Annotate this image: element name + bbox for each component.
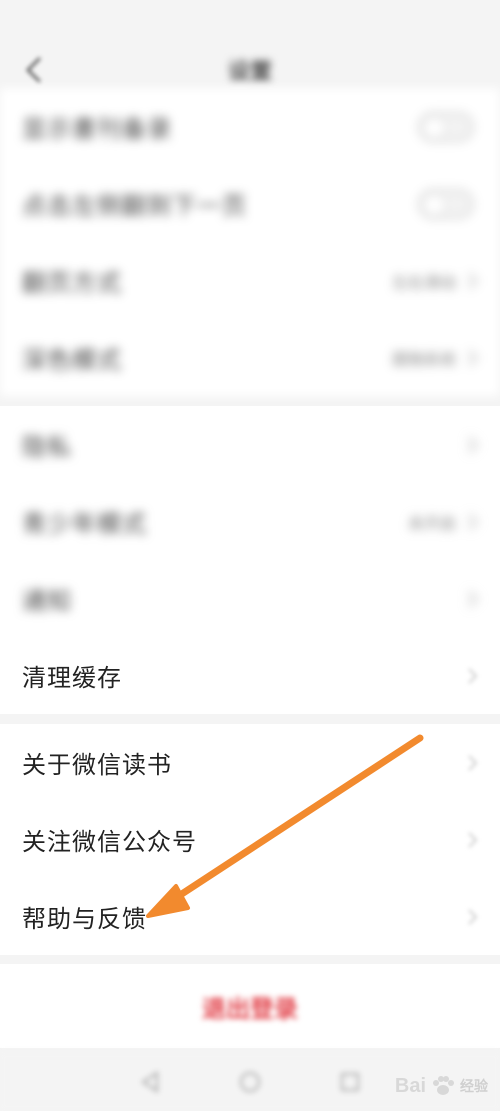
setting-value: 左右滑动 xyxy=(391,272,456,292)
logout-button[interactable]: 退出登录 xyxy=(202,989,298,1024)
settings-group-about: 关于微信读书 关注微信公众号 帮助与反馈 xyxy=(0,724,500,955)
toggle-switch[interactable] xyxy=(418,188,474,219)
chevron-right-icon xyxy=(468,667,478,684)
setting-label: 关注微信公众号 xyxy=(22,828,197,856)
status-bar xyxy=(0,0,500,36)
setting-row-privacy[interactable]: 隐私 xyxy=(0,406,500,483)
setting-row-page-turn[interactable]: 翻页方式 左右滑动 xyxy=(0,242,500,319)
recents-square-icon[interactable] xyxy=(337,1069,363,1095)
chevron-right-icon xyxy=(468,590,478,607)
setting-row-notifications[interactable]: 通知 xyxy=(0,560,500,637)
chevron-right-icon xyxy=(468,513,478,530)
chevron-right-icon xyxy=(468,436,478,453)
setting-label: 清理缓存 xyxy=(22,664,122,692)
setting-value: 跟随系统 xyxy=(391,349,456,369)
setting-value: 未开启 xyxy=(407,513,456,533)
setting-label: 青少年模式 xyxy=(22,510,147,538)
chevron-right-icon xyxy=(468,831,478,848)
chevron-right-icon xyxy=(468,272,478,289)
setting-label: 翻页方式 xyxy=(22,269,122,297)
paw-icon xyxy=(433,1076,454,1095)
chevron-right-icon xyxy=(468,349,478,366)
setting-label: 通知 xyxy=(22,587,72,615)
setting-row-dark-mode[interactable]: 深色模式 跟随系统 xyxy=(0,319,500,396)
setting-row-follow-account[interactable]: 关注微信公众号 xyxy=(0,801,500,878)
back-triangle-icon[interactable] xyxy=(137,1069,163,1095)
watermark-brand: Bai xyxy=(394,1074,426,1097)
setting-row-tap-left[interactable]: 点击左侧翻到下一页 xyxy=(0,165,500,242)
setting-row-clear-cache[interactable]: 清理缓存 xyxy=(0,637,500,714)
logout-section: 退出登录 xyxy=(0,964,500,1048)
setting-label: 关于微信读书 xyxy=(22,751,172,779)
settings-group-reading: 显示書刊备录 点击左侧翻到下一页 翻页方式 左右滑动 深色模式 跟随系统 xyxy=(0,88,500,396)
setting-row-about-app[interactable]: 关于微信读书 xyxy=(0,724,500,801)
home-circle-icon[interactable] xyxy=(237,1069,263,1095)
setting-row-teen-mode[interactable]: 青少年模式 未开启 xyxy=(0,483,500,560)
baidu-watermark: Bai 经验 xyxy=(395,1073,488,1099)
toggle-switch[interactable] xyxy=(418,111,474,142)
settings-group-privacy: 隐私 青少年模式 未开启 通知 清理缓存 xyxy=(0,406,500,714)
page-title: 设置 xyxy=(227,60,272,85)
setting-label: 显示書刊备录 xyxy=(22,115,172,143)
chevron-right-icon xyxy=(468,908,478,925)
chevron-right-icon xyxy=(468,754,478,771)
setting-label: 深色模式 xyxy=(22,346,122,374)
setting-label: 帮助与反馈 xyxy=(22,905,147,933)
watermark-suffix: 经验 xyxy=(460,1078,488,1094)
setting-row-show-notes[interactable]: 显示書刊备录 xyxy=(0,88,500,165)
setting-row-help-feedback[interactable]: 帮助与反馈 xyxy=(0,878,500,955)
setting-label: 点击左侧翻到下一页 xyxy=(22,192,247,220)
setting-label: 隐私 xyxy=(22,433,72,461)
chevron-left-icon[interactable] xyxy=(22,54,48,86)
